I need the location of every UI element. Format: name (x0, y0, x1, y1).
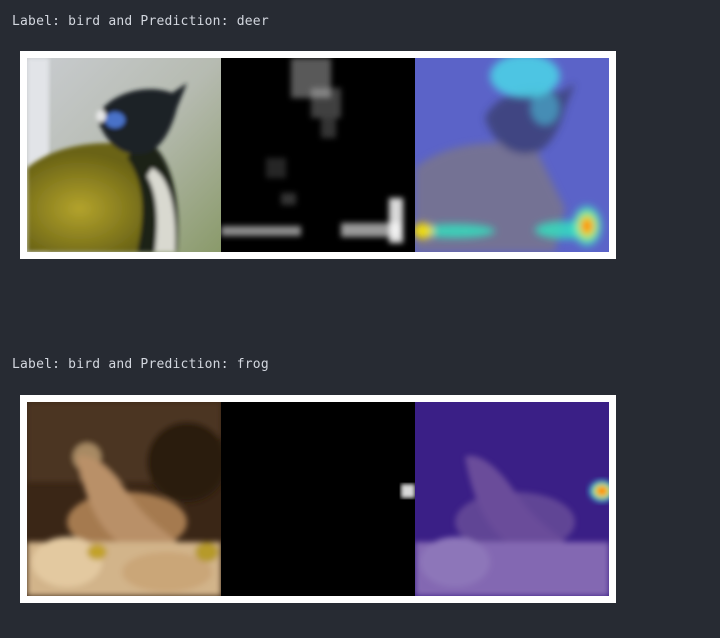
figure-1 (20, 51, 616, 259)
original-image-2 (27, 402, 221, 596)
output-label-2: Label: bird and Prediction: frog (12, 357, 269, 372)
output-label-1: Label: bird and Prediction: deer (12, 14, 269, 29)
saliency-map-1 (221, 58, 415, 252)
heatmap-overlay-1 (415, 58, 609, 252)
heatmap-overlay-2 (415, 402, 609, 596)
saliency-map-2 (221, 402, 415, 596)
figure-2 (20, 395, 616, 603)
original-image-1 (27, 58, 221, 252)
